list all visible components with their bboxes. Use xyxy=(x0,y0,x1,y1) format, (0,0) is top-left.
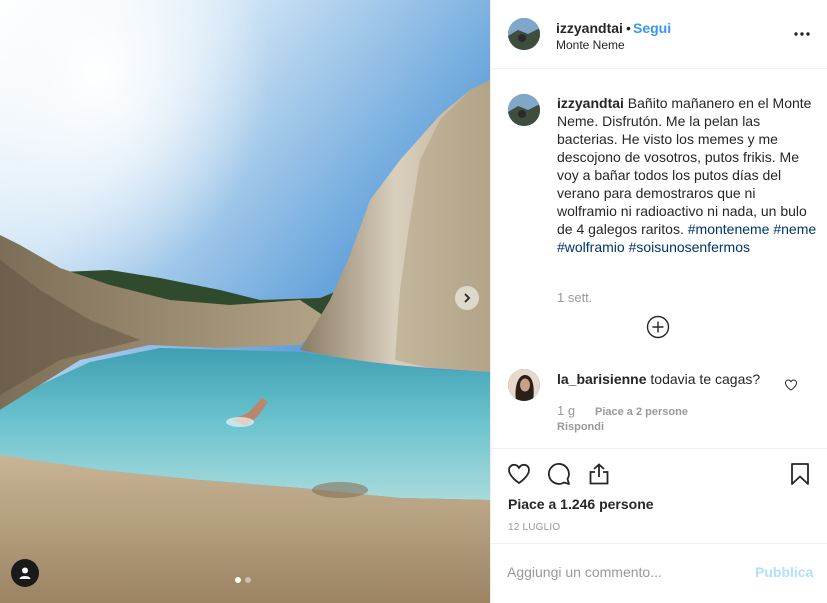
chevron-right-icon xyxy=(464,293,471,303)
comment-button[interactable] xyxy=(546,461,572,487)
carousel-dot-active xyxy=(235,577,241,583)
post-details-panel: izzyandtai • Segui Monte Neme izzyandtai… xyxy=(490,0,827,603)
hashtag-link[interactable]: #wolframio xyxy=(557,239,625,255)
comment-icon xyxy=(548,463,570,485)
like-button[interactable] xyxy=(506,461,532,487)
commenter-avatar[interactable] xyxy=(508,369,540,401)
user-tag-icon xyxy=(19,567,31,579)
comment-item: la_barisienne todavia te cagas? xyxy=(557,370,787,388)
save-button[interactable] xyxy=(787,461,813,487)
post-author-username[interactable]: izzyandtai xyxy=(556,20,623,36)
caption-timestamp[interactable]: 1 sett. xyxy=(557,290,592,305)
avatar[interactable] xyxy=(508,18,540,50)
post-location[interactable]: Monte Neme xyxy=(556,38,625,52)
user-tags-button[interactable] xyxy=(11,559,39,587)
heart-icon xyxy=(508,463,530,485)
load-more-comments-button[interactable] xyxy=(646,315,670,339)
next-slide-button[interactable] xyxy=(455,286,479,310)
separator-dot: • xyxy=(626,20,631,36)
plus-circle-icon xyxy=(646,315,670,339)
post-actions: Piace a 1.246 persone 12 LUGLIO xyxy=(491,448,827,543)
carousel-dot xyxy=(245,577,251,583)
hashtag-link[interactable]: #neme xyxy=(773,221,816,237)
carousel-indicator xyxy=(235,577,251,583)
comment-like-icon[interactable] xyxy=(784,378,798,392)
comment-username[interactable]: la_barisienne xyxy=(557,371,647,387)
post-caption: izzyandtai Bañito mañanero en el Monte N… xyxy=(557,94,817,256)
caption-avatar[interactable] xyxy=(508,94,540,126)
post-date[interactable]: 12 LUGLIO xyxy=(508,522,560,533)
more-options-icon xyxy=(794,32,810,36)
post-header: izzyandtai • Segui Monte Neme xyxy=(491,0,827,69)
publish-button[interactable]: Pubblica xyxy=(755,564,813,580)
caption-text: Bañito mañanero en el Monte Neme. Disfru… xyxy=(557,95,812,237)
caption-username[interactable]: izzyandtai xyxy=(557,95,624,111)
profile-picture xyxy=(508,18,540,50)
profile-picture xyxy=(508,94,540,126)
add-comment-bar: Pubblica xyxy=(491,543,827,603)
reply-button[interactable]: Rispondi xyxy=(557,421,604,433)
share-icon xyxy=(589,463,609,485)
comment-input[interactable] xyxy=(507,564,727,580)
hashtag-link[interactable]: #soisunosenfermos xyxy=(629,239,750,255)
profile-picture xyxy=(508,369,540,401)
bookmark-icon xyxy=(791,463,809,485)
follow-button[interactable]: Segui xyxy=(633,20,671,36)
comment-likes[interactable]: Piace a 2 persone xyxy=(595,406,688,418)
share-button[interactable] xyxy=(586,461,612,487)
comment-text: todavia te cagas? xyxy=(650,371,761,387)
post-photo[interactable] xyxy=(0,0,490,603)
comment-timestamp[interactable]: 1 g xyxy=(557,403,575,418)
lake-diving-photo xyxy=(0,0,490,603)
hashtag-link[interactable]: #monteneme xyxy=(688,221,770,237)
more-options-button[interactable] xyxy=(792,24,812,44)
post-likes-count[interactable]: Piace a 1.246 persone xyxy=(508,496,654,512)
